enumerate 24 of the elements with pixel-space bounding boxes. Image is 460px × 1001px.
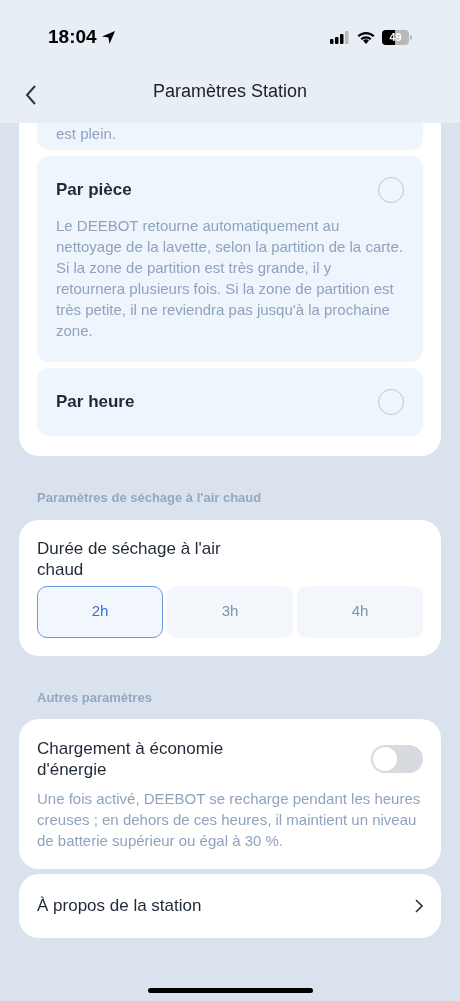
duration-option[interactable]: 2h [37, 585, 163, 638]
status-time: 18:04 [48, 24, 97, 49]
section-heading: Autres paramètres [37, 688, 153, 707]
section-heading: Paramètres de séchage à l'air chaud [37, 489, 263, 507]
duration-option[interactable]: 4h [297, 585, 423, 638]
toggle-switch[interactable] [371, 745, 423, 773]
location-arrow-icon [100, 29, 116, 45]
signal-icon [330, 30, 350, 44]
duration-option[interactable]: 3h [167, 585, 293, 638]
option-title: Par pièce [56, 179, 132, 202]
option-description: Le DEEBOT retourne automatiquement au nettoyage de la lavette, selon la partition de la carte. Si la zone de partition est très grande, il y retournera plusieurs fois. Si la zone de partition est très petite, il ne reviendra pas jusqu'à la prochaine zone. [56, 216, 404, 341]
option-card[interactable]: est plein. [37, 123, 423, 150]
chevron-right-icon [415, 899, 423, 913]
page-title: Paramètres Station [152, 80, 308, 103]
option-description: est plein. [56, 124, 118, 144]
option-card[interactable]: Par heure [37, 368, 423, 436]
wifi-icon [357, 30, 375, 44]
about-station-row[interactable]: À propos de la station [19, 874, 441, 938]
option-title: Par heure [56, 391, 135, 414]
setting-title: Durée de séchage à l'air chaud [37, 537, 222, 580]
setting-description: Une fois activé, DEEBOT se recharge pendant les heures creuses ; en dehors de ces heures, il maintient un niveau de batterie supérieur ou égal à 30 %. [37, 789, 422, 851]
battery-level: 49 [389, 31, 402, 43]
option-card[interactable] [37, 156, 423, 362]
setting-title: Chargement à économie d'énergie [37, 738, 225, 780]
